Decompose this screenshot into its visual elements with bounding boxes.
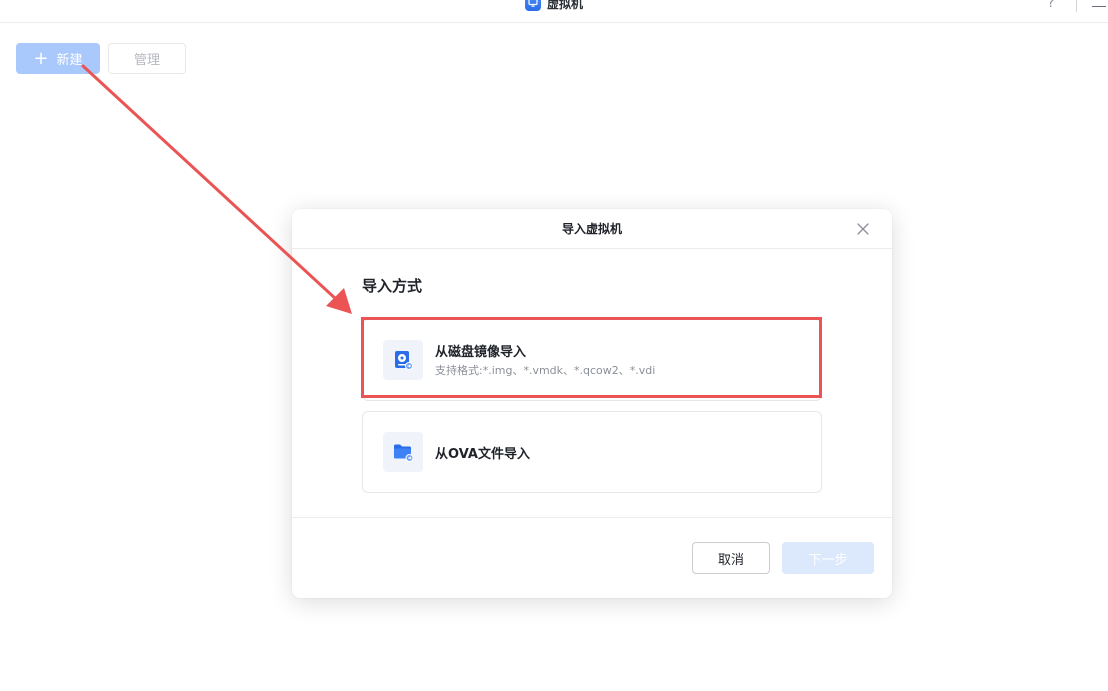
cancel-button[interactable]: 取消	[692, 542, 770, 574]
app-title: 虚拟机	[0, 0, 1108, 12]
plus-icon: +	[33, 47, 49, 69]
titlebar-divider	[1076, 0, 1077, 12]
import-method-heading: 导入方式	[362, 277, 423, 295]
cancel-button-label: 取消	[717, 552, 744, 568]
close-icon[interactable]	[855, 221, 871, 237]
disk-image-icon	[383, 340, 423, 380]
manage-button[interactable]: 管理	[108, 43, 186, 74]
title-bar: 虚拟机 ?	[0, 0, 1108, 23]
new-button-label: 新建	[56, 53, 83, 68]
ova-option-title: 从OVA文件导入	[435, 447, 530, 462]
folder-icon	[383, 432, 423, 472]
import-vm-dialog: 导入虚拟机 导入方式 从磁盘镜像导入 支持格式:*.img、*.vmdk、*.q…	[292, 209, 892, 598]
dialog-footer-divider	[292, 517, 892, 518]
dialog-header: 导入虚拟机	[292, 209, 892, 249]
next-step-button-label: 下一步	[808, 552, 848, 568]
virtual-machine-app-icon	[524, 0, 541, 11]
minimize-button[interactable]	[1092, 6, 1106, 7]
manage-button-label: 管理	[133, 53, 160, 68]
app-title-text: 虚拟机	[546, 0, 583, 11]
disk-image-option-title: 从磁盘镜像导入	[435, 345, 527, 360]
help-icon[interactable]: ?	[1044, 0, 1058, 12]
import-from-ova-option[interactable]: 从OVA文件导入	[362, 411, 822, 493]
new-button[interactable]: + 新建	[16, 43, 100, 74]
import-from-disk-image-option[interactable]: 从磁盘镜像导入 支持格式:*.img、*.vmdk、*.qcow2、*.vdi	[362, 319, 822, 401]
next-step-button[interactable]: 下一步	[782, 542, 874, 574]
dialog-title: 导入虚拟机	[561, 222, 622, 236]
disk-image-option-description: 支持格式:*.img、*.vmdk、*.qcow2、*.vdi	[435, 364, 656, 377]
